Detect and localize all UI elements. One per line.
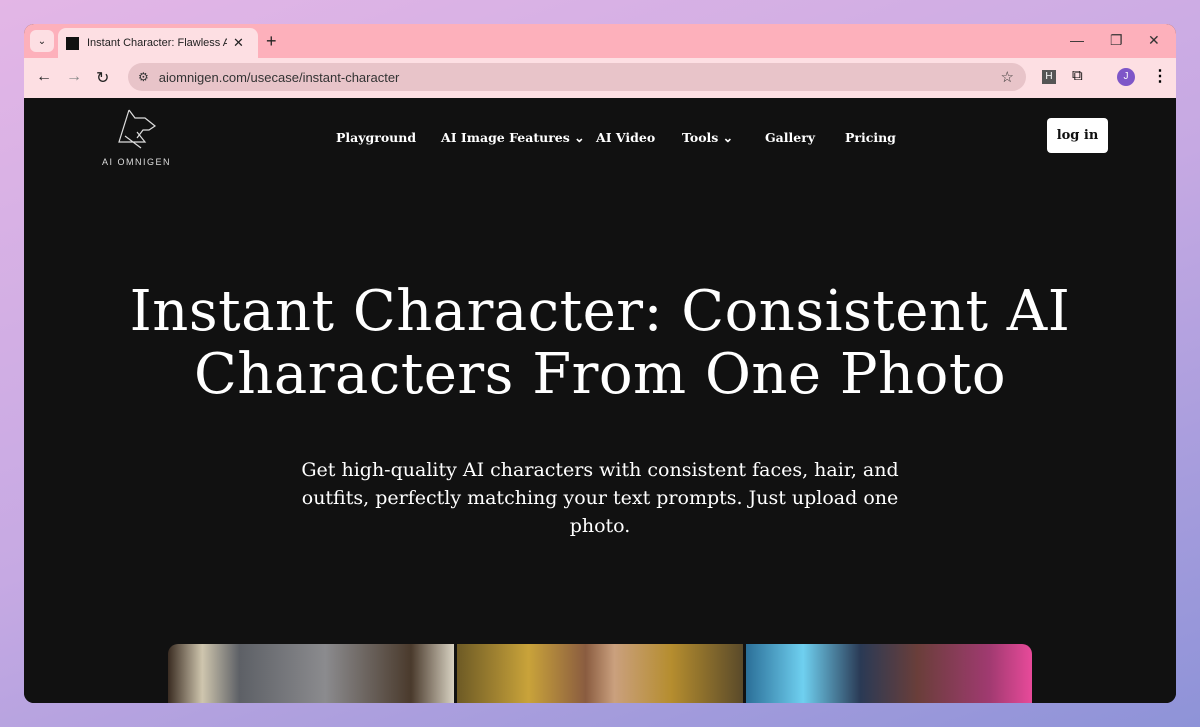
- tab-bar: ⌄ Instant Character: Flawless AI Charact…: [24, 24, 1176, 58]
- dog-logo-icon: [117, 109, 156, 149]
- toolbar: ← → ↻ ⚙ aiomnigen.com/usecase/instant-ch…: [24, 58, 1176, 98]
- login-button[interactable]: log in: [1047, 118, 1108, 153]
- browser-menu-icon[interactable]: ⋮: [1152, 66, 1168, 86]
- logo-text: AI OMNIGEN: [101, 157, 171, 167]
- close-window-icon[interactable]: ✕: [1148, 32, 1160, 49]
- restore-icon[interactable]: ❐: [1110, 32, 1123, 49]
- gallery-image-park[interactable]: [457, 644, 743, 703]
- back-icon[interactable]: ←: [36, 68, 52, 86]
- bookmark-star-icon[interactable]: ☆: [1001, 68, 1014, 86]
- tab-title: Instant Character: Flawless AI Character…: [87, 37, 227, 49]
- example-gallery: [168, 644, 1032, 703]
- tab-search-button[interactable]: ⌄: [30, 30, 54, 52]
- profile-avatar[interactable]: J: [1117, 68, 1135, 86]
- url-text: aiomnigen.com/usecase/instant-character: [158, 69, 400, 85]
- reload-icon[interactable]: ↻: [96, 68, 109, 88]
- extension-h-icon[interactable]: H: [1042, 70, 1056, 84]
- web-page: AI OMNIGEN Playground AI Image Features …: [24, 98, 1176, 703]
- minimize-icon[interactable]: —: [1070, 32, 1084, 48]
- nav-tools[interactable]: Tools ⌄: [682, 130, 733, 145]
- nav-pricing[interactable]: Pricing: [845, 130, 896, 145]
- new-tab-button[interactable]: +: [266, 31, 277, 52]
- gallery-image-neon[interactable]: [746, 644, 1032, 703]
- extensions-puzzle-icon[interactable]: ⧉: [1072, 67, 1083, 84]
- hero-title: Instant Character: Consistent AI Charact…: [129, 279, 1071, 407]
- browser-window: ⌄ Instant Character: Flawless AI Charact…: [24, 24, 1176, 703]
- hero-subtitle: Get high-quality AI characters with cons…: [301, 459, 899, 537]
- site-settings-icon[interactable]: ⚙: [138, 70, 149, 84]
- nav-ai-video[interactable]: AI Video: [596, 130, 655, 145]
- nav-gallery[interactable]: Gallery: [765, 130, 815, 145]
- nav-ai-image-features[interactable]: AI Image Features ⌄: [441, 130, 585, 145]
- gallery-image-window[interactable]: [168, 644, 454, 703]
- site-logo[interactable]: AI OMNIGEN: [99, 108, 174, 167]
- active-tab[interactable]: Instant Character: Flawless AI Character…: [58, 28, 258, 58]
- favicon-icon: [66, 36, 79, 50]
- address-bar[interactable]: ⚙ aiomnigen.com/usecase/instant-characte…: [128, 63, 1026, 91]
- forward-icon[interactable]: →: [66, 68, 82, 86]
- close-tab-icon[interactable]: ✕: [233, 35, 244, 51]
- nav-playground[interactable]: Playground: [336, 130, 416, 145]
